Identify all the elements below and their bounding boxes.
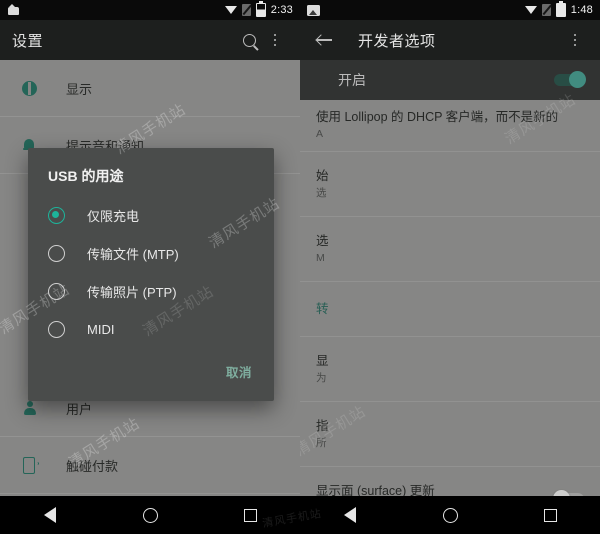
nav-recents-button[interactable] [532,502,568,528]
search-button[interactable] [236,27,262,53]
recents-square-icon [243,508,257,522]
wifi-warning-icon [524,5,537,15]
back-arrow-icon [317,33,333,47]
nav-back-button[interactable] [32,502,68,528]
right-status-time: 1:48 [570,4,593,16]
battery-full-icon [555,0,566,17]
right-status-bar: 1:48 [300,0,600,20]
overflow-menu-icon [273,33,277,47]
battery-charging-icon [255,0,266,17]
right-page-title: 开发者选项 [358,32,436,50]
cancel-button[interactable]: 取消 [222,356,256,387]
sim-missing-icon [541,4,551,16]
screenshot-photo-icon [307,4,320,16]
left-page-title: 设置 [12,32,44,50]
radio-unselected-icon[interactable] [48,320,65,338]
dialog-title: USB 的用途 [48,168,124,184]
wifi-icon [224,5,237,15]
right-overflow-button[interactable] [562,27,588,53]
usb-option-midi[interactable]: MIDI [28,310,274,348]
screenshot-root: 2:33 设置 显示 提示音和通知 用户 触碰付款 清风手机站 清风手机站 清风… [0,0,600,534]
right-dialog-scrim[interactable] [300,60,600,534]
left-status-bar: 2:33 [0,0,300,20]
usb-purpose-options: 仅限充电 传输文件 (MTP) 传输照片 (PTP) MIDI [28,192,274,350]
right-phone-panel: 1:48 开发者选项 开启 使用 Lollipop 的 DHCP 客户端，而不是… [300,0,600,534]
usb-option-label: 传输文件 (MTP) [87,246,179,262]
usb-option-ptp[interactable]: 传输照片 (PTP) [28,272,274,310]
android-robot-icon [7,4,20,16]
recents-square-icon [543,508,557,522]
right-dev-options-content: 开启 使用 Lollipop 的 DHCP 客户端，而不是新的 A 始 选 选 … [300,60,600,534]
back-triangle-icon [344,507,356,523]
nav-home-button[interactable] [432,502,468,528]
dialog-actions: 取消 [28,350,274,401]
left-overflow-button[interactable] [262,27,288,53]
usb-option-label: 传输照片 (PTP) [87,284,177,300]
usb-purpose-dialog: USB 的用途 仅限充电 传输文件 (MTP) 传输照片 (PTP) MIDI [28,148,274,401]
right-navigation-bar [300,496,600,534]
sim-missing-icon [241,4,251,16]
right-app-bar: 开发者选项 [300,20,600,60]
nav-home-button[interactable] [132,502,168,528]
search-icon [242,33,256,47]
usb-option-label: MIDI [87,321,115,337]
usb-option-mtp[interactable]: 传输文件 (MTP) [28,234,274,272]
back-button[interactable] [312,27,338,53]
home-circle-icon [142,507,158,523]
usb-option-label: 仅限充电 [87,208,140,224]
home-circle-icon [442,507,458,523]
left-app-bar: 设置 [0,20,300,60]
nav-recents-button[interactable] [232,502,268,528]
radio-unselected-icon[interactable] [48,282,65,300]
radio-unselected-icon[interactable] [48,244,65,262]
back-triangle-icon [44,507,56,523]
radio-selected-icon[interactable] [48,206,65,224]
left-phone-panel: 2:33 设置 显示 提示音和通知 用户 触碰付款 清风手机站 清风手机站 清风… [0,0,300,534]
left-navigation-bar [0,496,300,534]
overflow-menu-icon [573,33,577,47]
nav-back-button[interactable] [332,502,368,528]
left-status-time: 2:33 [270,4,293,16]
usb-option-charging[interactable]: 仅限充电 [28,196,274,234]
